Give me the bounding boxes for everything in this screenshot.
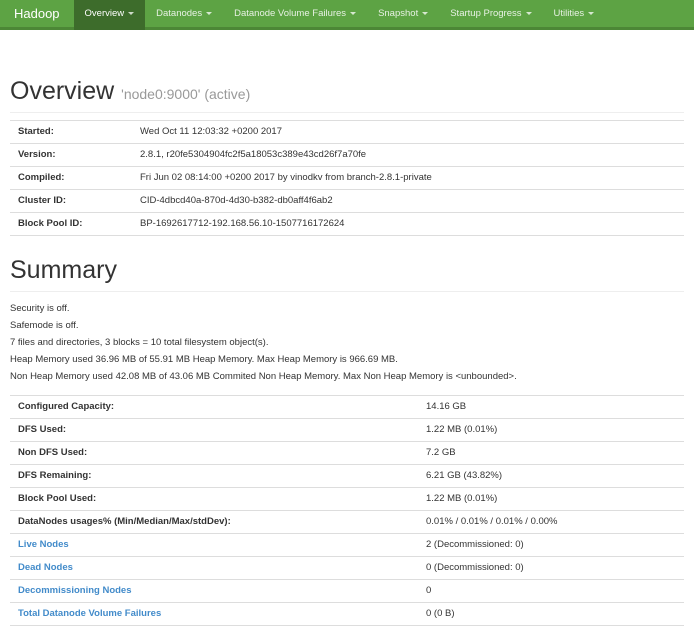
nav-item-utilities: Utilities xyxy=(543,0,606,27)
summary-paragraph: 7 files and directories, 3 blocks = 10 t… xyxy=(10,337,684,349)
nav-item-datanode-volume-failures: Datanode Volume Failures xyxy=(223,0,367,27)
nav-link[interactable]: Utilities xyxy=(543,0,606,27)
nav-link[interactable]: Startup Progress xyxy=(439,0,542,27)
nav-link[interactable]: Datanodes xyxy=(145,0,223,27)
row-value: 2 (Decommissioned: 0) xyxy=(418,534,684,557)
table-row: DFS Used: 1.22 MB (0.01%) xyxy=(10,419,684,442)
page-title: Overview 'node0:9000' (active) xyxy=(10,77,684,106)
table-row: Started: Wed Oct 11 12:03:32 +0200 2017 xyxy=(10,121,684,144)
row-label: Cluster ID: xyxy=(18,195,66,206)
nav-item-label: Datanodes xyxy=(156,0,202,27)
row-value: 0 xyxy=(418,626,684,630)
chevron-down-icon xyxy=(206,12,212,15)
nav-item-label: Utilities xyxy=(554,0,585,27)
row-label: Configured Capacity: xyxy=(18,401,114,412)
table-row: Live Nodes 2 (Decommissioned: 0) xyxy=(10,534,684,557)
table-row: Configured Capacity: 14.16 GB xyxy=(10,396,684,419)
row-value: 0.01% / 0.01% / 0.01% / 0.00% xyxy=(418,511,684,534)
overview-table: Started: Wed Oct 11 12:03:32 +0200 2017 … xyxy=(10,120,684,236)
nav-item-label: Startup Progress xyxy=(450,0,521,27)
summary-paragraph: Non Heap Memory used 42.08 MB of 43.06 M… xyxy=(10,371,684,383)
row-label: DataNodes usages% (Min/Median/Max/stdDev… xyxy=(18,516,231,527)
row-label-link[interactable]: Total Datanode Volume Failures xyxy=(18,608,161,619)
nav-item-label: Datanode Volume Failures xyxy=(234,0,346,27)
row-label: Block Pool ID: xyxy=(18,218,82,229)
table-row: Compiled: Fri Jun 02 08:14:00 +0200 2017… xyxy=(10,167,684,190)
row-value: 1.22 MB (0.01%) xyxy=(418,419,684,442)
row-value: 2.8.1, r20fe5304904fc2f5a18053c389e43cd2… xyxy=(132,144,684,167)
namenode-subtitle: 'node0:9000' (active) xyxy=(121,86,250,102)
overview-header: Overview 'node0:9000' (active) xyxy=(10,77,684,113)
summary-paragraph: Security is off. xyxy=(10,303,684,315)
summary-paragraph: Safemode is off. xyxy=(10,320,684,332)
chevron-down-icon xyxy=(526,12,532,15)
table-row: Version: 2.8.1, r20fe5304904fc2f5a18053c… xyxy=(10,144,684,167)
row-label: Non DFS Used: xyxy=(18,447,87,458)
chevron-down-icon xyxy=(128,12,134,15)
table-row: Decommissioning Nodes 0 xyxy=(10,580,684,603)
row-label: Compiled: xyxy=(18,172,64,183)
table-row: Non DFS Used: 7.2 GB xyxy=(10,442,684,465)
nav-link[interactable]: Overview xyxy=(74,0,146,30)
row-value: 0 (Decommissioned: 0) xyxy=(418,557,684,580)
table-row: Dead Nodes 0 (Decommissioned: 0) xyxy=(10,557,684,580)
nav-item-datanodes: Datanodes xyxy=(145,0,223,27)
nav-link[interactable]: Datanode Volume Failures xyxy=(223,0,367,27)
chevron-down-icon xyxy=(350,12,356,15)
row-value: CID-4dbcd40a-870d-4d30-b382-db0aff4f6ab2 xyxy=(132,190,684,213)
nav-item-startup-progress: Startup Progress xyxy=(439,0,542,27)
row-label-link[interactable]: Decommissioning Nodes xyxy=(18,585,132,596)
row-value: BP-1692617712-192.168.56.10-150771617262… xyxy=(132,213,684,236)
table-row: DFS Remaining: 6.21 GB (43.82%) xyxy=(10,465,684,488)
nav-link[interactable]: Snapshot xyxy=(367,0,439,27)
nav-item-snapshot: Snapshot xyxy=(367,0,439,27)
summary-section: Summary Security is off. Safemode is off… xyxy=(10,256,684,630)
summary-table: Configured Capacity: 14.16 GB DFS Used: … xyxy=(10,395,684,630)
chevron-down-icon xyxy=(588,12,594,15)
table-row: Total Datanode Volume Failures 0 (0 B) xyxy=(10,603,684,626)
row-label: DFS Used: xyxy=(18,424,66,435)
chevron-down-icon xyxy=(422,12,428,15)
brand-link[interactable]: Hadoop xyxy=(0,0,74,27)
row-label: DFS Remaining: xyxy=(18,470,91,481)
top-navbar: Hadoop Overview Datanodes Datanode Volum… xyxy=(0,0,694,30)
summary-header: Summary xyxy=(10,256,684,292)
table-row: Number of Under-Replicated Blocks 0 xyxy=(10,626,684,630)
overview-title: Overview xyxy=(10,77,114,105)
summary-title: Summary xyxy=(10,256,684,285)
nav-item-overview: Overview xyxy=(74,0,146,27)
row-label-link[interactable]: Live Nodes xyxy=(18,539,69,550)
row-value: Fri Jun 02 08:14:00 +0200 2017 by vinodk… xyxy=(132,167,684,190)
navbar-menu: Overview Datanodes Datanode Volume Failu… xyxy=(74,0,606,27)
row-label: Started: xyxy=(18,126,54,137)
row-value: 0 xyxy=(418,580,684,603)
nav-item-label: Snapshot xyxy=(378,0,418,27)
main-content: Overview 'node0:9000' (active) Started: … xyxy=(0,77,694,630)
summary-text: Security is off. Safemode is off. 7 file… xyxy=(10,303,684,383)
table-row: DataNodes usages% (Min/Median/Max/stdDev… xyxy=(10,511,684,534)
table-row: Block Pool Used: 1.22 MB (0.01%) xyxy=(10,488,684,511)
table-row: Cluster ID: CID-4dbcd40a-870d-4d30-b382-… xyxy=(10,190,684,213)
nav-item-label: Overview xyxy=(85,0,125,27)
row-value: 1.22 MB (0.01%) xyxy=(418,488,684,511)
row-label: Version: xyxy=(18,149,56,160)
row-value: Wed Oct 11 12:03:32 +0200 2017 xyxy=(132,121,684,144)
summary-paragraph: Heap Memory used 36.96 MB of 55.91 MB He… xyxy=(10,354,684,366)
row-label-link[interactable]: Dead Nodes xyxy=(18,562,73,573)
row-value: 0 (0 B) xyxy=(418,603,684,626)
row-value: 14.16 GB xyxy=(418,396,684,419)
table-row: Block Pool ID: BP-1692617712-192.168.56.… xyxy=(10,213,684,236)
row-value: 7.2 GB xyxy=(418,442,684,465)
row-label: Block Pool Used: xyxy=(18,493,96,504)
row-value: 6.21 GB (43.82%) xyxy=(418,465,684,488)
